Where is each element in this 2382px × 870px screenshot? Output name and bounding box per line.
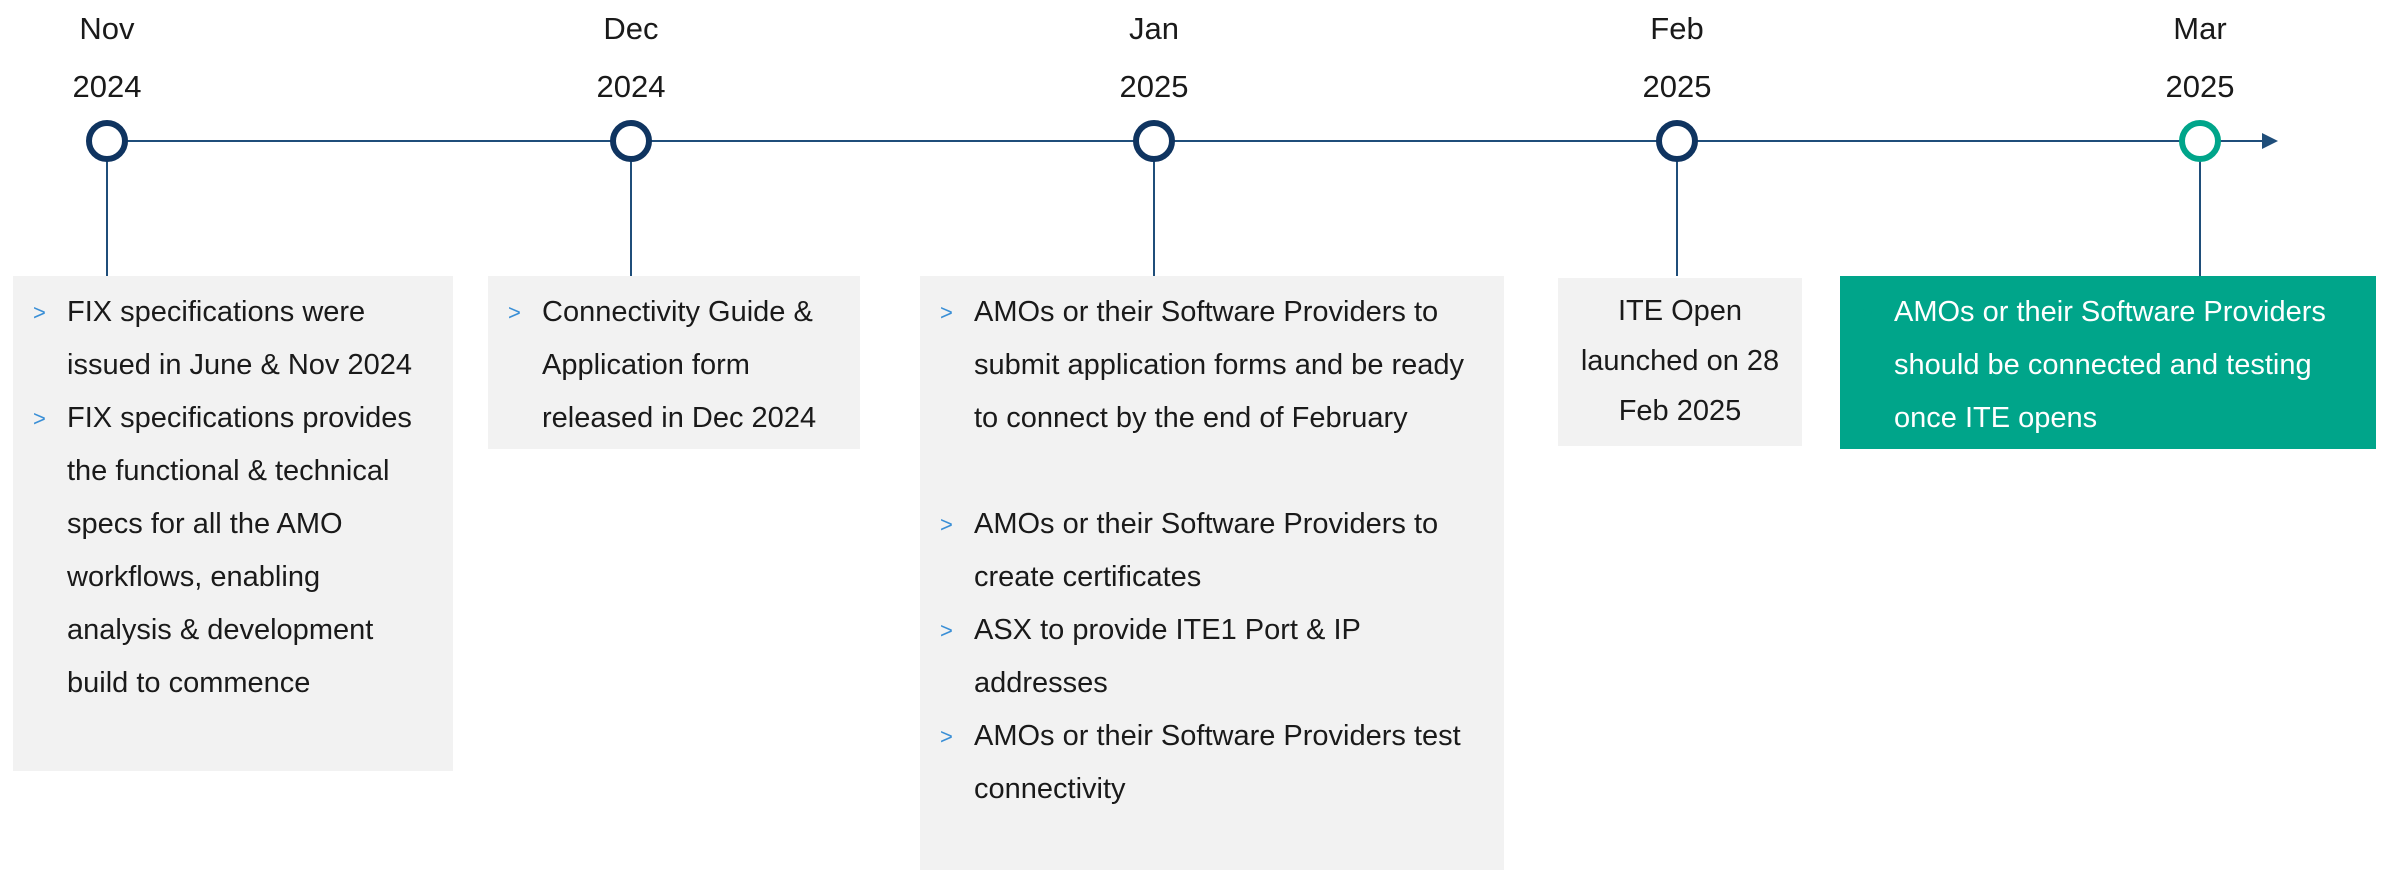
milestone-month: Dec	[603, 11, 659, 46]
milestone-year: 2025	[1642, 69, 1712, 104]
milestone-box-nov: > FIX specifications were issued in June …	[13, 276, 453, 771]
bullet-text: AMOs or their Software Providers to crea…	[974, 508, 1439, 593]
list-item: > FIX specifications were issued in June …	[13, 286, 425, 392]
milestone-month: Nov	[79, 11, 135, 46]
chevron-right-icon: >	[508, 300, 521, 325]
milestone-date-jan: Jan 2025	[1054, 0, 1254, 116]
bullet-text: ASX to provide ITE1 Port & IP addresses	[974, 614, 1361, 699]
timeline-arrowhead	[2262, 133, 2278, 149]
list-item: > ASX to provide ITE1 Port & IP addresses	[920, 604, 1484, 710]
list-item: > Connectivity Guide & Application form r…	[488, 286, 840, 445]
milestone-marker-feb	[1656, 120, 1698, 162]
milestone-text: ITE Open launched on 28 Feb 2025	[1580, 295, 1780, 427]
bullet-list: > FIX specifications were issued in June …	[13, 286, 425, 710]
milestone-marker-mar	[2179, 120, 2221, 162]
list-item: > AMOs or their Software Providers should…	[1840, 286, 2356, 445]
chevron-right-icon: >	[940, 724, 953, 749]
milestone-box-feb: ITE Open launched on 28 Feb 2025	[1558, 278, 1802, 446]
milestone-date-feb: Feb 2025	[1577, 0, 1777, 116]
milestone-month: Feb	[1650, 11, 1704, 46]
milestone-month: Mar	[2173, 11, 2227, 46]
chevron-right-icon: >	[33, 300, 46, 325]
milestone-marker-dec	[610, 120, 652, 162]
chevron-right-icon: >	[940, 618, 953, 643]
milestone-marker-jan	[1133, 120, 1175, 162]
bullet-list: > AMOs or their Software Providers should…	[1840, 286, 2356, 445]
milestone-year: 2024	[596, 69, 666, 104]
bullet-text: AMOs or their Software Providers test co…	[974, 720, 1461, 805]
bullet-text: Connectivity Guide & Application form re…	[542, 296, 817, 434]
milestone-year: 2025	[2165, 69, 2235, 104]
chevron-right-icon: >	[33, 406, 46, 431]
list-item: > AMOs or their Software Providers to cre…	[920, 498, 1484, 604]
list-item: > AMOs or their Software Providers to sub…	[920, 286, 1484, 445]
bullet-text: FIX specifications were issued in June &…	[67, 296, 412, 381]
milestone-date-dec: Dec 2024	[531, 0, 731, 116]
bullet-list: > AMOs or their Software Providers to sub…	[920, 286, 1484, 816]
milestone-year: 2024	[72, 69, 142, 104]
milestone-box-mar: > AMOs or their Software Providers should…	[1840, 276, 2376, 449]
bullet-text: FIX specifications provides the function…	[67, 402, 412, 699]
chevron-right-icon: >	[940, 512, 953, 537]
bullet-text: AMOs or their Software Providers to subm…	[974, 296, 1465, 434]
milestone-month: Jan	[1129, 11, 1179, 46]
list-spacer	[920, 445, 1484, 498]
chevron-right-icon: >	[1860, 300, 1873, 325]
bullet-list: > Connectivity Guide & Application form r…	[488, 286, 840, 445]
milestone-year: 2025	[1119, 69, 1189, 104]
chevron-right-icon: >	[940, 300, 953, 325]
milestone-date-mar: Mar 2025	[2100, 0, 2300, 116]
list-item: > AMOs or their Software Providers test c…	[920, 710, 1484, 816]
milestone-box-dec: > Connectivity Guide & Application form r…	[488, 276, 860, 449]
milestone-date-nov: Nov 2024	[7, 0, 207, 116]
milestone-box-jan: > AMOs or their Software Providers to sub…	[920, 276, 1504, 870]
bullet-text: AMOs or their Software Providers should …	[1894, 296, 2326, 434]
list-item: > FIX specifications provides the functio…	[13, 392, 425, 710]
milestone-marker-nov	[86, 120, 128, 162]
